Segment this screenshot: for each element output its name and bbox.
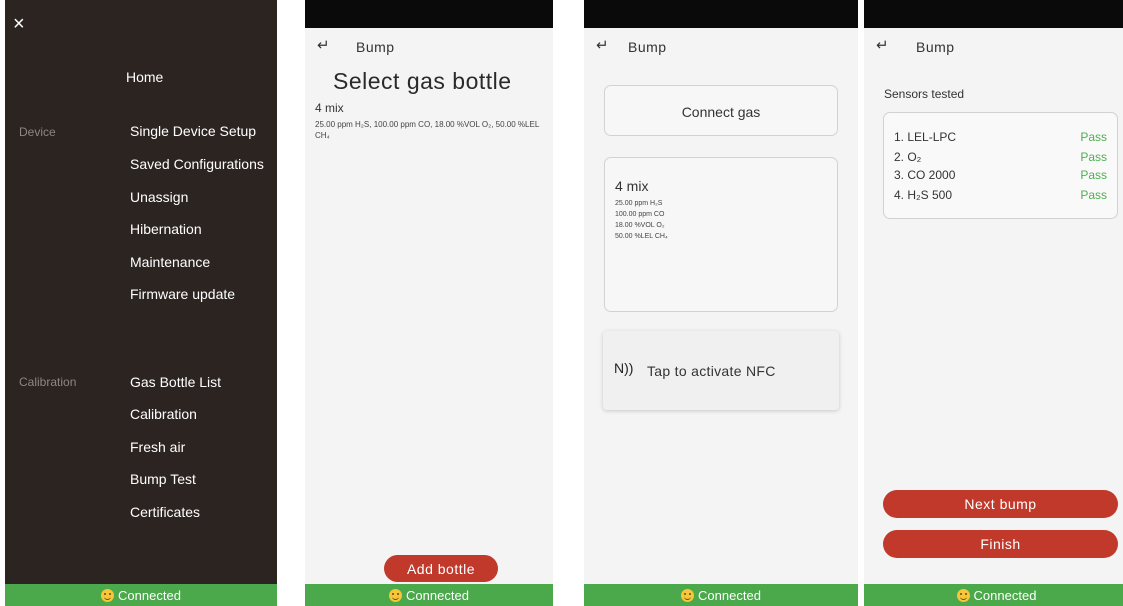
next-bump-button[interactable]: Next bump [883, 490, 1118, 518]
back-arrow-icon[interactable]: ↵ [876, 36, 889, 54]
menu-item-calibration[interactable]: Calibration [130, 406, 197, 422]
section-label-calibration: Calibration [19, 375, 77, 389]
sensors-tested-heading: Sensors tested [884, 87, 965, 101]
sensor-result: Pass [1080, 150, 1107, 164]
gas-mix-line: 25.00 ppm H₂S [615, 200, 663, 207]
menu-item-certificates[interactable]: Certificates [130, 504, 200, 520]
menu-item-maintenance[interactable]: Maintenance [130, 254, 210, 270]
connection-status-bar: Connected [5, 584, 277, 606]
nfc-activate-button[interactable]: N)) Tap to activate NFC [603, 331, 839, 410]
section-label-device: Device [19, 125, 56, 139]
gas-mix-detail[interactable]: 25.00 ppm H₂S, 100.00 ppm CO, 18.00 %VOL… [315, 119, 553, 141]
gas-mix-name[interactable]: 4 mix [315, 101, 344, 115]
connect-gas-label: Connect gas [681, 104, 761, 120]
top-status-strip [584, 0, 858, 28]
menu-item-gas-bottle-list[interactable]: Gas Bottle List [130, 374, 221, 390]
menu-item-saved-configurations[interactable]: Saved Configurations [130, 156, 264, 172]
gas-bottle-card[interactable]: 4 mix 25.00 ppm H₂S 100.00 ppm CO 18.00 … [604, 157, 838, 312]
connection-status-label: Connected [698, 587, 761, 603]
close-icon[interactable]: × [13, 14, 25, 34]
gas-mix-name: 4 mix [615, 178, 649, 194]
menu-item-home[interactable]: Home [126, 69, 163, 85]
gas-mix-lines: 25.00 ppm H₂S 100.00 ppm CO 18.00 %VOL O… [615, 198, 668, 242]
bump-results-panel: ↵ Bump Sensors tested 1. LEL-LPC Pass 2.… [864, 0, 1123, 606]
connect-gas-panel: ↵ Bump Connect gas 4 mix 25.00 ppm H₂S 1… [584, 0, 858, 606]
smiley-icon [681, 588, 695, 602]
menu-item-unassign[interactable]: Unassign [130, 189, 188, 205]
screen-title: Bump [916, 39, 955, 55]
connection-status-bar: Connected [305, 584, 553, 606]
sensor-result: Pass [1080, 188, 1107, 202]
back-arrow-icon[interactable]: ↵ [596, 36, 609, 54]
top-status-strip [305, 0, 553, 28]
navigation-menu-panel: × Home Device Single Device Setup Saved … [5, 0, 277, 606]
sensor-name: 1. LEL-LPC [894, 130, 957, 144]
sensor-result-row: 4. H₂S 500 Pass [894, 188, 1107, 206]
sensor-result: Pass [1080, 168, 1107, 182]
sensor-result-row: 3. CO 2000 Pass [894, 168, 1107, 186]
sensor-result-row: 2. O₂ Pass [894, 150, 1107, 168]
back-arrow-icon[interactable]: ↵ [317, 36, 330, 54]
gas-mix-line: 18.00 %VOL O₂ [615, 222, 665, 229]
sensor-name: 3. CO 2000 [894, 168, 956, 182]
menu-item-bump-test[interactable]: Bump Test [130, 471, 196, 487]
menu-item-firmware-update[interactable]: Firmware update [130, 286, 235, 302]
top-status-strip [864, 0, 1123, 28]
gas-mix-line: 50.00 %LEL CH₄ [615, 233, 668, 240]
select-gas-bottle-panel: ↵ Bump Select gas bottle 4 mix 25.00 ppm… [305, 0, 553, 606]
smiley-icon [956, 588, 970, 602]
page-title: Select gas bottle [333, 68, 512, 94]
connection-status-label: Connected [406, 587, 469, 603]
connection-status-label: Connected [118, 587, 181, 603]
screen-title: Bump [628, 39, 667, 55]
gas-mix-line: 100.00 ppm CO [615, 211, 665, 218]
connection-status-bar: Connected [864, 584, 1123, 606]
nfc-icon: N)) [614, 360, 634, 376]
smiley-icon [101, 588, 115, 602]
smiley-icon [389, 588, 403, 602]
sensor-result: Pass [1080, 130, 1107, 144]
sensor-name: 2. O₂ [894, 150, 922, 164]
sensor-name: 4. H₂S 500 [894, 188, 953, 202]
menu-item-single-device-setup[interactable]: Single Device Setup [130, 123, 256, 139]
connect-gas-button[interactable]: Connect gas [604, 85, 838, 136]
sensor-results-card: 1. LEL-LPC Pass 2. O₂ Pass 3. CO 2000 Pa… [883, 112, 1118, 219]
screen-title: Bump [356, 39, 395, 55]
nfc-label: Tap to activate NFC [647, 363, 776, 379]
finish-button[interactable]: Finish [883, 530, 1118, 558]
connection-status-bar: Connected [584, 584, 858, 606]
menu-item-hibernation[interactable]: Hibernation [130, 221, 202, 237]
menu-item-fresh-air[interactable]: Fresh air [130, 439, 185, 455]
connection-status-label: Connected [973, 587, 1037, 603]
add-bottle-button[interactable]: Add bottle [384, 555, 498, 582]
sensor-result-row: 1. LEL-LPC Pass [894, 130, 1107, 148]
